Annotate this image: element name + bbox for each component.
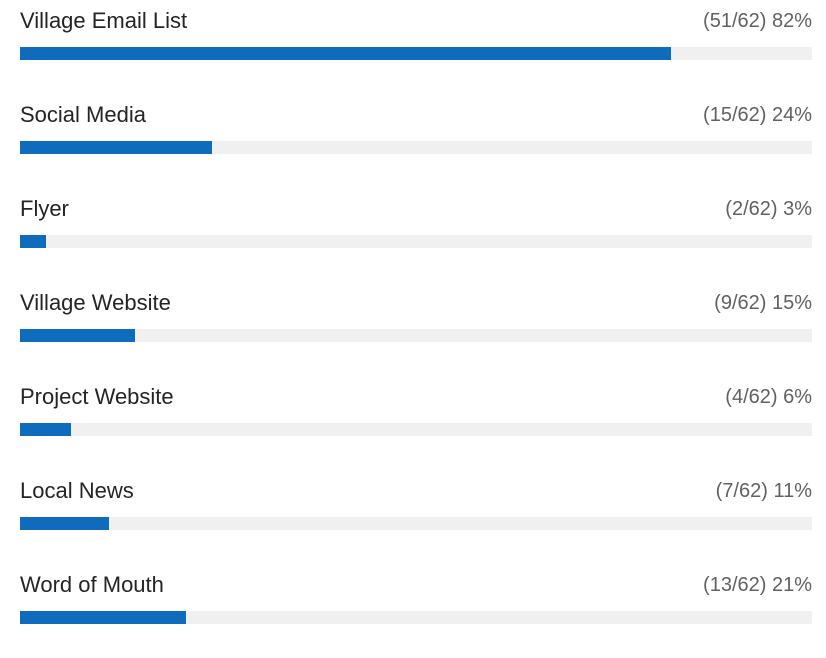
result-item: Village Email List (51/62) 82% <box>20 0 812 94</box>
progress-track <box>20 423 812 436</box>
progress-fill <box>20 235 46 248</box>
progress-fill <box>20 329 135 342</box>
option-label: Project Website <box>20 384 174 409</box>
progress-fill <box>20 611 187 624</box>
result-item: Local News (7/62) 11% <box>20 470 812 564</box>
option-stat: (9/62) 15% <box>714 291 812 314</box>
progress-fill <box>20 423 72 436</box>
option-label: Flyer <box>20 196 69 221</box>
progress-track <box>20 611 812 624</box>
progress-fill <box>20 47 672 60</box>
progress-track <box>20 235 812 248</box>
option-stat: (51/62) 82% <box>703 9 812 32</box>
progress-track <box>20 141 812 154</box>
result-item: Project Website (4/62) 6% <box>20 376 812 470</box>
progress-track <box>20 47 812 60</box>
poll-results: Village Email List (51/62) 82% Social Me… <box>20 0 812 658</box>
progress-track <box>20 329 812 342</box>
result-item: Village Website (9/62) 15% <box>20 282 812 376</box>
option-stat: (2/62) 3% <box>725 197 812 220</box>
option-label: Word of Mouth <box>20 572 164 597</box>
option-stat: (7/62) 11% <box>715 479 812 502</box>
option-stat: (15/62) 24% <box>703 103 812 126</box>
option-label: Social Media <box>20 102 146 127</box>
option-label: Village Website <box>20 290 171 315</box>
option-stat: (13/62) 21% <box>703 573 812 596</box>
progress-track <box>20 517 812 530</box>
progress-fill <box>20 517 110 530</box>
result-item: Word of Mouth (13/62) 21% <box>20 564 812 658</box>
progress-fill <box>20 141 212 154</box>
option-label: Local News <box>20 478 134 503</box>
option-label: Village Email List <box>20 8 188 33</box>
option-stat: (4/62) 6% <box>725 385 812 408</box>
result-item: Social Media (15/62) 24% <box>20 94 812 188</box>
result-item: Flyer (2/62) 3% <box>20 188 812 282</box>
